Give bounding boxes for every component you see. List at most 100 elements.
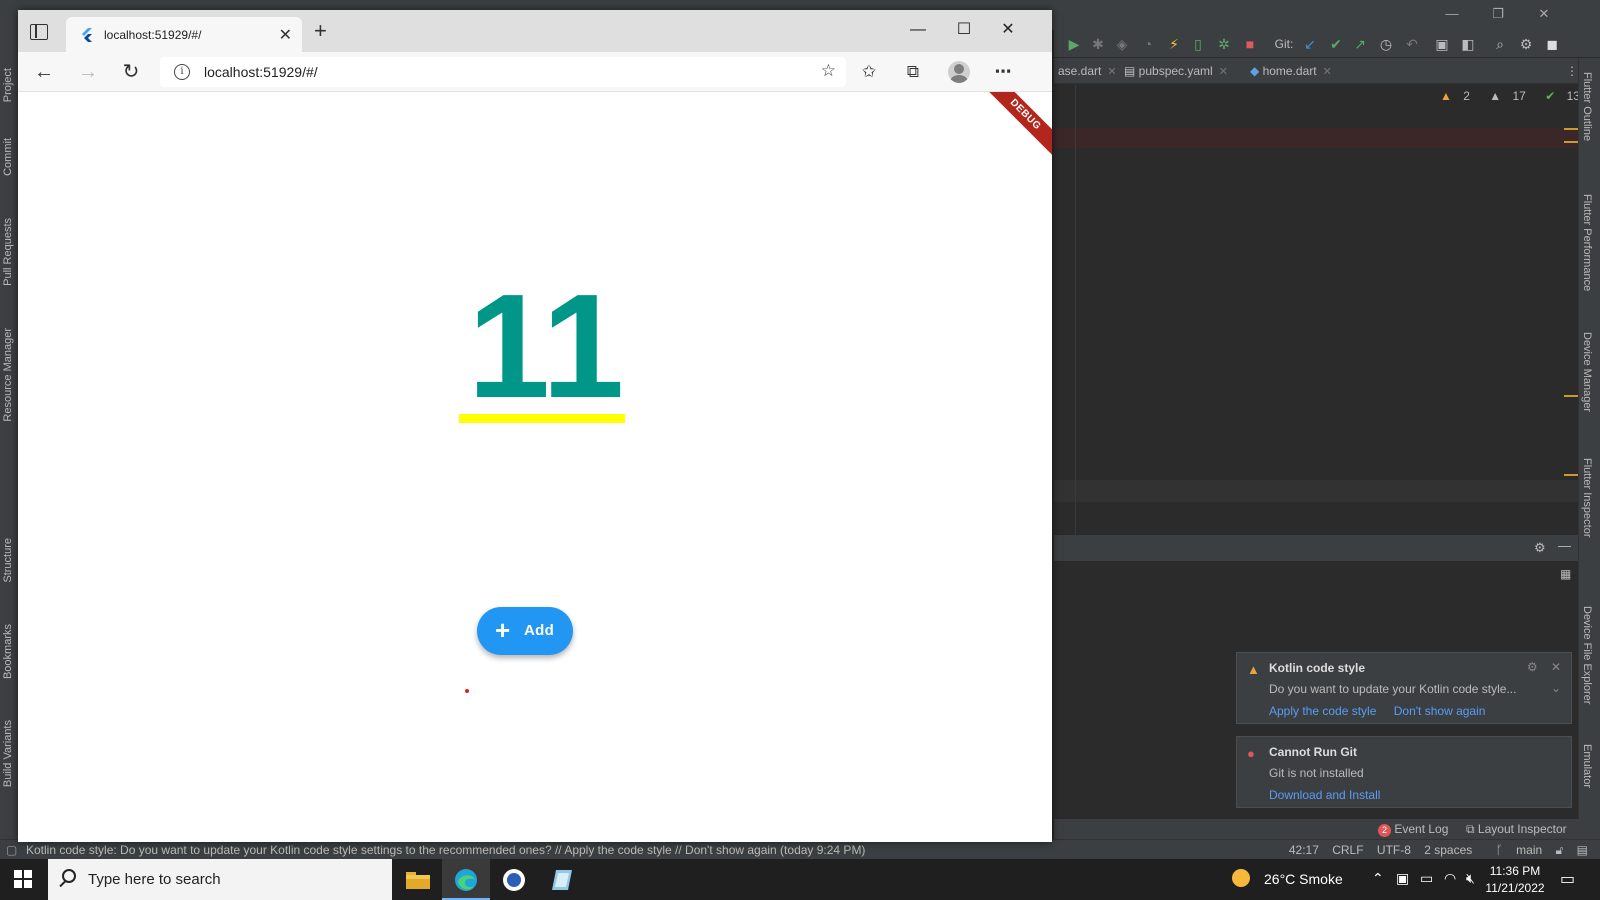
lock-icon[interactable]: 🔓︎ <box>1556 843 1564 857</box>
profile-icon[interactable]: ◔ <box>1140 36 1156 52</box>
tool-device-file-explorer[interactable]: Device File Explorer <box>1581 606 1593 704</box>
inspections-widget[interactable]: ▲ 2 ▲ 17 ✔ 13 ⌃ ⌄ <box>1440 89 1600 107</box>
editor-tab[interactable]: ase.dart ✕ <box>1058 58 1117 84</box>
download-install-link[interactable]: Download and Install <box>1269 788 1380 802</box>
tool-flutter-outline[interactable]: Flutter Outline <box>1581 72 1593 141</box>
git-branch[interactable]: ᚴ main <box>1486 843 1543 857</box>
browser-tab[interactable]: localhost:51929/#/ ✕ <box>66 17 302 52</box>
ide-minimize-icon[interactable]: — <box>1440 4 1464 24</box>
site-info-icon[interactable]: i <box>174 64 190 80</box>
refresh-icon[interactable]: ↻ <box>117 59 145 85</box>
meet-now-icon[interactable]: ▣ <box>1396 870 1409 887</box>
weather-text[interactable]: 26°C Smoke <box>1264 871 1343 887</box>
volume-mute-icon[interactable]: 🔇︎ <box>1466 870 1475 887</box>
tab-actions-icon[interactable] <box>30 24 48 40</box>
battery-icon[interactable]: ▭ <box>1420 870 1433 887</box>
git-notification[interactable]: ● Cannot Run Git Git is not installed Do… <box>1236 736 1572 808</box>
taskbar-search[interactable]: Type here to search <box>48 859 392 900</box>
address-text[interactable]: localhost:51929/#/ <box>204 64 318 80</box>
error-stripe-mark[interactable] <box>1564 128 1578 130</box>
browser-close-icon[interactable]: ✕ <box>988 18 1028 42</box>
edge-app[interactable] <box>442 859 490 900</box>
panel-layout-icon[interactable]: ▦ <box>1560 567 1571 581</box>
ide-close-icon[interactable]: ✕ <box>1532 4 1556 24</box>
tool-build-variants[interactable]: Build Variants <box>2 720 14 787</box>
tool-project[interactable]: Project <box>2 68 14 102</box>
account-icon[interactable]: ◼ <box>1544 36 1560 52</box>
code-editor[interactable] <box>1054 85 1578 535</box>
apply-code-style-link[interactable]: Apply the code style <box>1269 704 1376 718</box>
tool-resource-manager[interactable]: Resource Manager <box>2 328 14 422</box>
settings-icon[interactable]: ⚙ <box>1518 36 1534 52</box>
kotlin-style-notification[interactable]: ▲ Kotlin code style Do you want to updat… <box>1236 652 1572 724</box>
indent-setting[interactable]: 2 spaces <box>1424 843 1472 857</box>
collections-icon[interactable]: ⧉ <box>900 60 926 84</box>
settings-more-icon[interactable]: ⋯ <box>990 60 1016 84</box>
word-app[interactable] <box>490 859 538 900</box>
git-push-icon[interactable]: ↗ <box>1352 36 1368 52</box>
notes-app[interactable] <box>538 859 586 900</box>
hot-reload-icon[interactable]: ⚡ <box>1166 36 1182 52</box>
error-stripe-mark[interactable] <box>1564 474 1578 476</box>
coverage-icon[interactable]: ◈ <box>1114 36 1130 52</box>
run-icon[interactable]: ▶ <box>1066 36 1082 52</box>
tool-bookmarks[interactable]: Bookmarks <box>2 624 14 679</box>
tab-close-icon[interactable]: ✕ <box>1107 66 1116 78</box>
device-icon[interactable]: ▣ <box>1434 36 1450 52</box>
git-rollback-icon[interactable]: ↶ <box>1404 36 1420 52</box>
debug-icon[interactable]: ✱ <box>1090 36 1106 52</box>
ide-restore-icon[interactable]: ❐ <box>1486 4 1510 24</box>
status-message[interactable]: Kotlin code style: Do you want to update… <box>26 843 865 857</box>
taskbar-clock[interactable]: 11:36 PM 11/21/2022 <box>1484 863 1546 897</box>
git-update-icon[interactable]: ↙ <box>1302 36 1318 52</box>
error-stripe-mark[interactable] <box>1564 395 1578 397</box>
git-history-icon[interactable]: ◷ <box>1378 36 1394 52</box>
event-log-button[interactable]: 2 Event Log <box>1378 822 1448 837</box>
git-commit-icon[interactable]: ✔ <box>1328 36 1344 52</box>
tool-emulator[interactable]: Emulator <box>1581 744 1593 788</box>
line-separator[interactable]: CRLF <box>1332 843 1363 857</box>
tab-close-icon[interactable]: ✕ <box>1323 66 1332 78</box>
tool-pull-requests[interactable]: Pull Requests <box>2 218 14 286</box>
tool-device-manager[interactable]: Device Manager <box>1581 332 1593 412</box>
browser-minimize-icon[interactable]: — <box>898 18 938 42</box>
tab-close-icon[interactable]: ✕ <box>279 25 292 45</box>
panel-settings-icon[interactable]: ⚙ <box>1534 540 1546 556</box>
caret-position[interactable]: 42:17 <box>1289 843 1319 857</box>
add-button[interactable]: + Add <box>477 607 573 655</box>
editor-tab[interactable]: ◆ home.dart ✕ <box>1250 58 1332 84</box>
error-stripe-mark[interactable] <box>1564 141 1578 143</box>
weather-icon[interactable] <box>1232 869 1250 887</box>
tabs-menu-icon[interactable]: ⋮ <box>1566 58 1578 84</box>
new-tab-icon[interactable]: + <box>314 20 327 42</box>
expand-chevron-icon[interactable]: ⌄ <box>1551 681 1561 695</box>
back-icon[interactable]: ← <box>30 59 58 85</box>
layout-inspector-button[interactable]: ⧉ Layout Inspector <box>1466 822 1567 837</box>
tool-structure[interactable]: Structure <box>2 538 14 583</box>
network-icon[interactable]: ◠ <box>1444 870 1456 887</box>
dont-show-again-link[interactable]: Don't show again <box>1394 704 1486 718</box>
favorites-icon[interactable]: ✩ <box>856 60 882 84</box>
profile-avatar[interactable] <box>948 61 970 83</box>
memory-icon[interactable]: ▤ <box>1577 843 1588 857</box>
notification-close-icon[interactable]: ✕ <box>1551 660 1561 674</box>
file-encoding[interactable]: UTF-8 <box>1377 843 1411 857</box>
ide-search-icon[interactable]: ⌕ <box>1492 36 1508 52</box>
file-explorer-app[interactable] <box>394 859 442 900</box>
tool-commit[interactable]: Commit <box>2 138 14 176</box>
notification-settings-icon[interactable]: ⚙ <box>1527 660 1538 674</box>
stop-icon[interactable]: ■ <box>1242 36 1258 52</box>
panel-hide-icon[interactable]: — <box>1558 538 1571 553</box>
address-bar[interactable]: i localhost:51929/#/ ☆ <box>160 57 846 87</box>
forward-icon[interactable]: → <box>74 59 102 85</box>
browser-maximize-icon[interactable]: ☐ <box>944 18 984 42</box>
tray-overflow-icon[interactable]: ⌃ <box>1372 870 1384 887</box>
tool-flutter-inspector[interactable]: Flutter Inspector <box>1581 458 1593 537</box>
attach-debugger-icon[interactable]: ✲ <box>1216 36 1232 52</box>
hot-restart-icon[interactable]: ▯ <box>1190 36 1206 52</box>
windows-start-icon[interactable] <box>14 870 32 888</box>
editor-tab[interactable]: ▤ pubspec.yaml ✕ <box>1124 58 1228 84</box>
add-favorite-icon[interactable]: ☆ <box>821 61 836 81</box>
sdk-icon[interactable]: ◧ <box>1460 36 1476 52</box>
tool-flutter-performance[interactable]: Flutter Performance <box>1581 194 1593 291</box>
